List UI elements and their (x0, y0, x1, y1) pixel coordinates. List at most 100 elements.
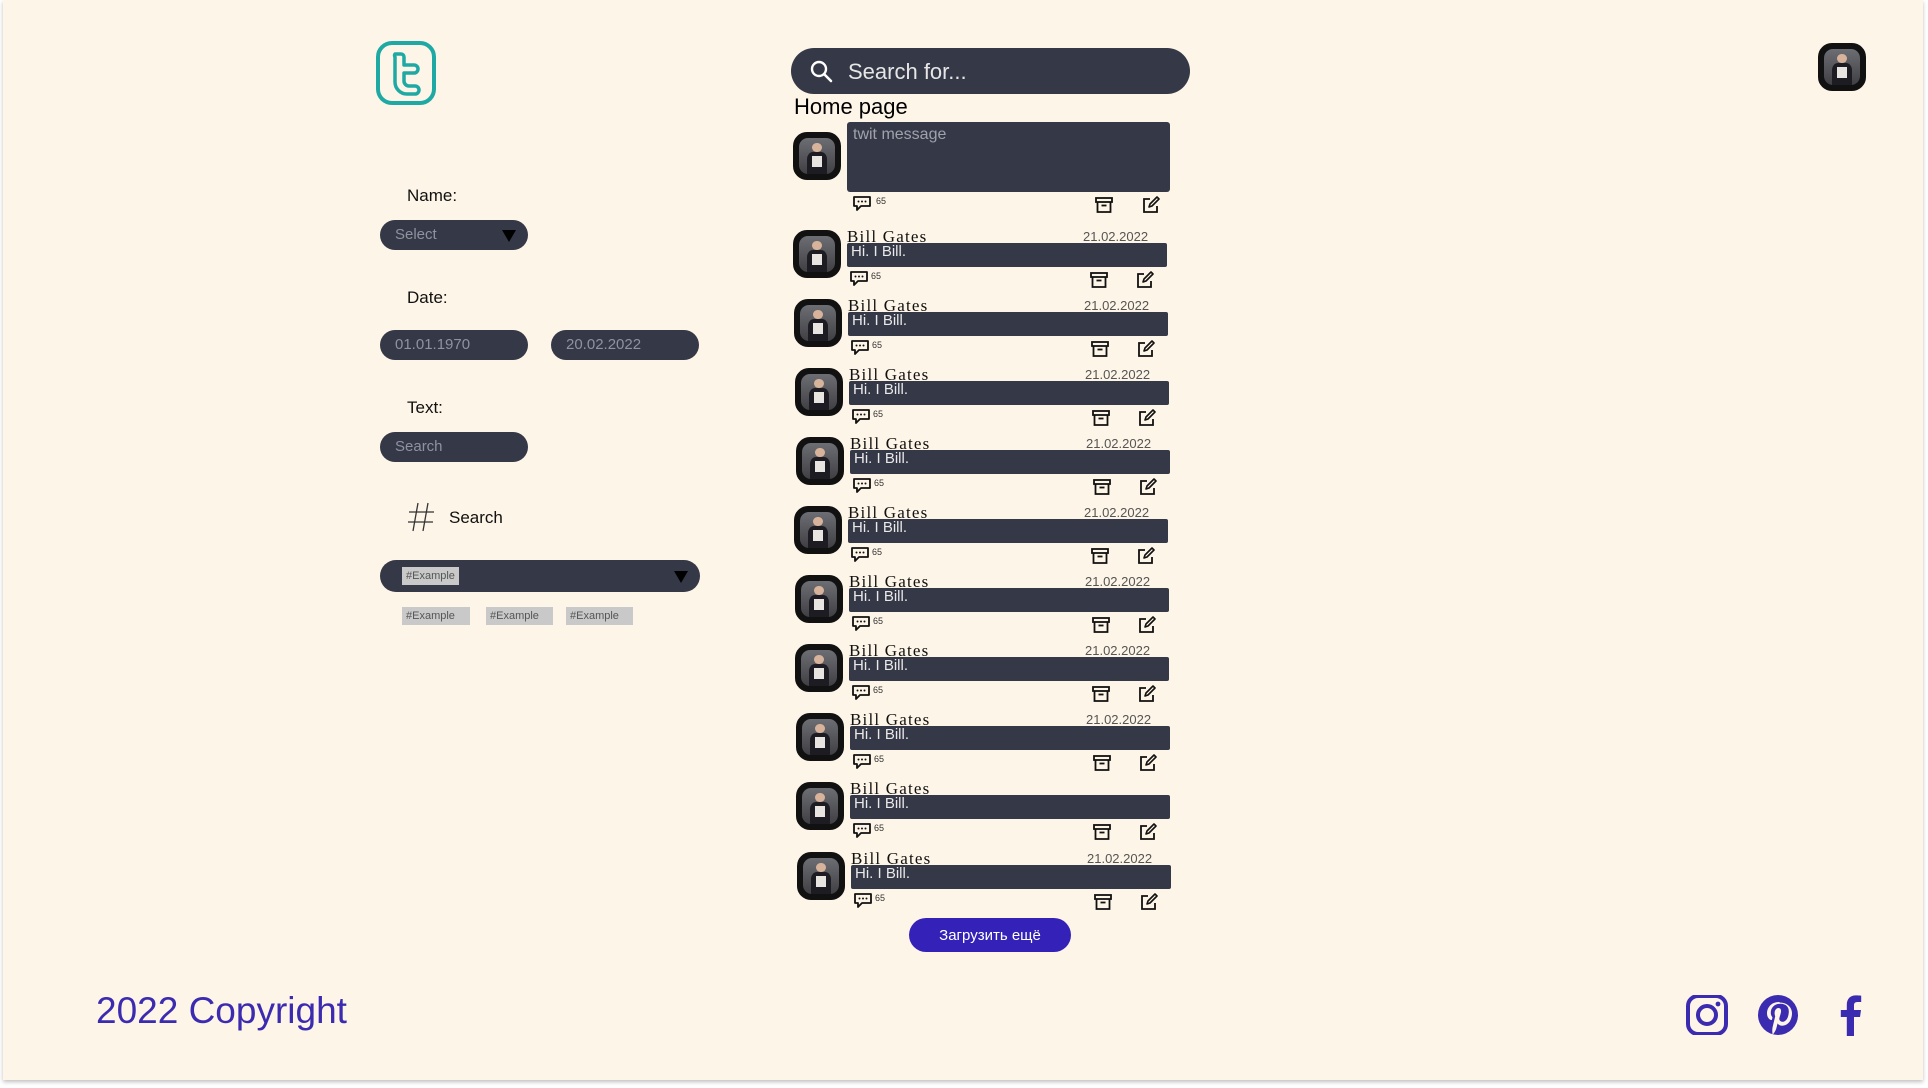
tweet-text: Hi. I Bill. (853, 657, 909, 674)
name-select[interactable]: Select (380, 220, 528, 250)
edit-icon[interactable] (1136, 340, 1156, 358)
text-search-input[interactable]: Search (380, 432, 528, 462)
search-bar[interactable] (791, 48, 1190, 96)
date-to-input[interactable]: 20.02.2022 (551, 330, 699, 360)
edit-icon[interactable] (1137, 685, 1157, 703)
twitter-logo-icon[interactable] (375, 40, 437, 106)
archive-icon[interactable] (1091, 409, 1111, 427)
tweet-item[interactable]: Bill Gates 21.02.2022 Hi. I Bill. 65 (794, 296, 1168, 363)
hashtag-selected-tag: #Example (402, 567, 459, 585)
tweet-item[interactable]: Bill Gates 21.02.2022 Hi. I Bill. 65 (793, 227, 1167, 294)
comment-icon[interactable] (853, 892, 873, 908)
tweet-date: 21.02.2022 (1085, 643, 1151, 658)
tweet-item[interactable]: Bill Gates 21.02.2022 Hi. I Bill. 65 (795, 572, 1169, 639)
tweet-item[interactable]: Bill Gates Hi. I Bill. 65 (796, 779, 1170, 846)
pinterest-icon[interactable] (1757, 994, 1799, 1036)
comment-count: 65 (874, 823, 885, 833)
tweet-avatar[interactable] (794, 506, 842, 554)
tweet-body: Hi. I Bill. (847, 243, 1167, 267)
tweet-text: Hi. I Bill. (854, 795, 910, 812)
tweet-body: Hi. I Bill. (849, 381, 1169, 405)
chevron-down-icon (674, 571, 688, 583)
tweet-avatar[interactable] (796, 437, 844, 485)
edit-icon[interactable] (1139, 893, 1159, 911)
tweet-date: 21.02.2022 (1084, 298, 1150, 313)
archive-icon[interactable] (1090, 547, 1110, 565)
tweet-text: Hi. I Bill. (853, 381, 909, 398)
page-title: Home page (794, 94, 908, 119)
tweet-avatar[interactable] (794, 299, 842, 347)
comment-icon[interactable] (852, 822, 872, 838)
user-avatar[interactable] (1818, 43, 1866, 91)
tweet-date: 21.02.2022 (1086, 436, 1152, 451)
archive-icon[interactable] (1092, 754, 1112, 772)
archive-icon[interactable] (1094, 196, 1114, 214)
archive-icon[interactable] (1091, 616, 1111, 634)
compose-box[interactable] (847, 122, 1170, 192)
tweet-item[interactable]: Bill Gates 21.02.2022 Hi. I Bill. 65 (795, 365, 1169, 432)
compose-count: 65 (876, 196, 887, 206)
archive-icon[interactable] (1092, 478, 1112, 496)
comment-count: 65 (872, 547, 883, 557)
tweet-body: Hi. I Bill. (850, 450, 1170, 474)
page-frame: Name: Select Date: 01.01.1970 20.02.2022… (3, 0, 1923, 1080)
date-label: Date: (407, 288, 448, 307)
instagram-icon[interactable] (1685, 995, 1729, 1035)
tweet-item[interactable]: Bill Gates 21.02.2022 Hi. I Bill. 65 (795, 641, 1169, 708)
tweet-avatar[interactable] (797, 852, 845, 900)
comment-icon[interactable] (851, 684, 871, 700)
tweet-item[interactable]: Bill Gates 21.02.2022 Hi. I Bill. 65 (794, 503, 1168, 570)
comment-icon[interactable] (851, 615, 871, 631)
comment-count: 65 (873, 409, 884, 419)
search-icon (810, 60, 833, 83)
tweet-avatar[interactable] (795, 368, 843, 416)
edit-icon[interactable] (1135, 271, 1155, 289)
edit-icon[interactable] (1138, 478, 1158, 496)
edit-icon[interactable] (1136, 547, 1156, 565)
tweet-avatar[interactable] (795, 575, 843, 623)
comment-icon[interactable] (852, 753, 872, 769)
archive-icon[interactable] (1089, 271, 1109, 289)
tweet-body: Hi. I Bill. (848, 312, 1168, 336)
archive-icon[interactable] (1091, 685, 1111, 703)
comment-icon[interactable] (852, 477, 872, 493)
tweet-body: Hi. I Bill. (849, 657, 1169, 681)
comment-count: 65 (873, 616, 884, 626)
archive-icon[interactable] (1093, 893, 1113, 911)
hashtag-select[interactable]: #Example (380, 560, 700, 592)
search-input[interactable] (846, 48, 1180, 96)
edit-icon[interactable] (1138, 754, 1158, 772)
text-search-placeholder: Search (395, 438, 443, 455)
archive-icon[interactable] (1090, 340, 1110, 358)
archive-icon[interactable] (1092, 823, 1112, 841)
comment-count: 65 (875, 893, 886, 903)
tweet-input[interactable] (851, 124, 1167, 190)
tweet-avatar[interactable] (796, 713, 844, 761)
date-from-input[interactable]: 01.01.1970 (380, 330, 528, 360)
tweet-item[interactable]: Bill Gates 21.02.2022 Hi. I Bill. 65 (797, 849, 1171, 916)
facebook-icon[interactable] (1837, 994, 1863, 1036)
edit-icon[interactable] (1138, 823, 1158, 841)
tweet-body: Hi. I Bill. (849, 588, 1169, 612)
tweet-avatar[interactable] (796, 782, 844, 830)
tweet-avatar[interactable] (793, 230, 841, 278)
edit-icon[interactable] (1137, 616, 1157, 634)
load-more-button[interactable]: Загрузить ещё (909, 918, 1071, 952)
name-label: Name: (407, 186, 458, 205)
comment-icon[interactable] (849, 270, 869, 286)
edit-icon[interactable] (1141, 196, 1161, 214)
tweet-body: Hi. I Bill. (848, 519, 1168, 543)
tweet-item[interactable]: Bill Gates 21.02.2022 Hi. I Bill. 65 (796, 434, 1170, 501)
tweet-date: 21.02.2022 (1086, 712, 1152, 727)
comment-icon[interactable] (852, 195, 872, 211)
comment-icon[interactable] (850, 546, 870, 562)
hashtag-tag[interactable]: #Example (402, 607, 470, 625)
copyright-text: 2022 Copyright (96, 990, 347, 1031)
tweet-item[interactable]: Bill Gates 21.02.2022 Hi. I Bill. 65 (796, 710, 1170, 777)
comment-icon[interactable] (850, 339, 870, 355)
hashtag-tag[interactable]: #Example (486, 607, 553, 625)
tweet-avatar[interactable] (795, 644, 843, 692)
hashtag-tag[interactable]: #Example (566, 607, 633, 625)
comment-icon[interactable] (851, 408, 871, 424)
edit-icon[interactable] (1137, 409, 1157, 427)
